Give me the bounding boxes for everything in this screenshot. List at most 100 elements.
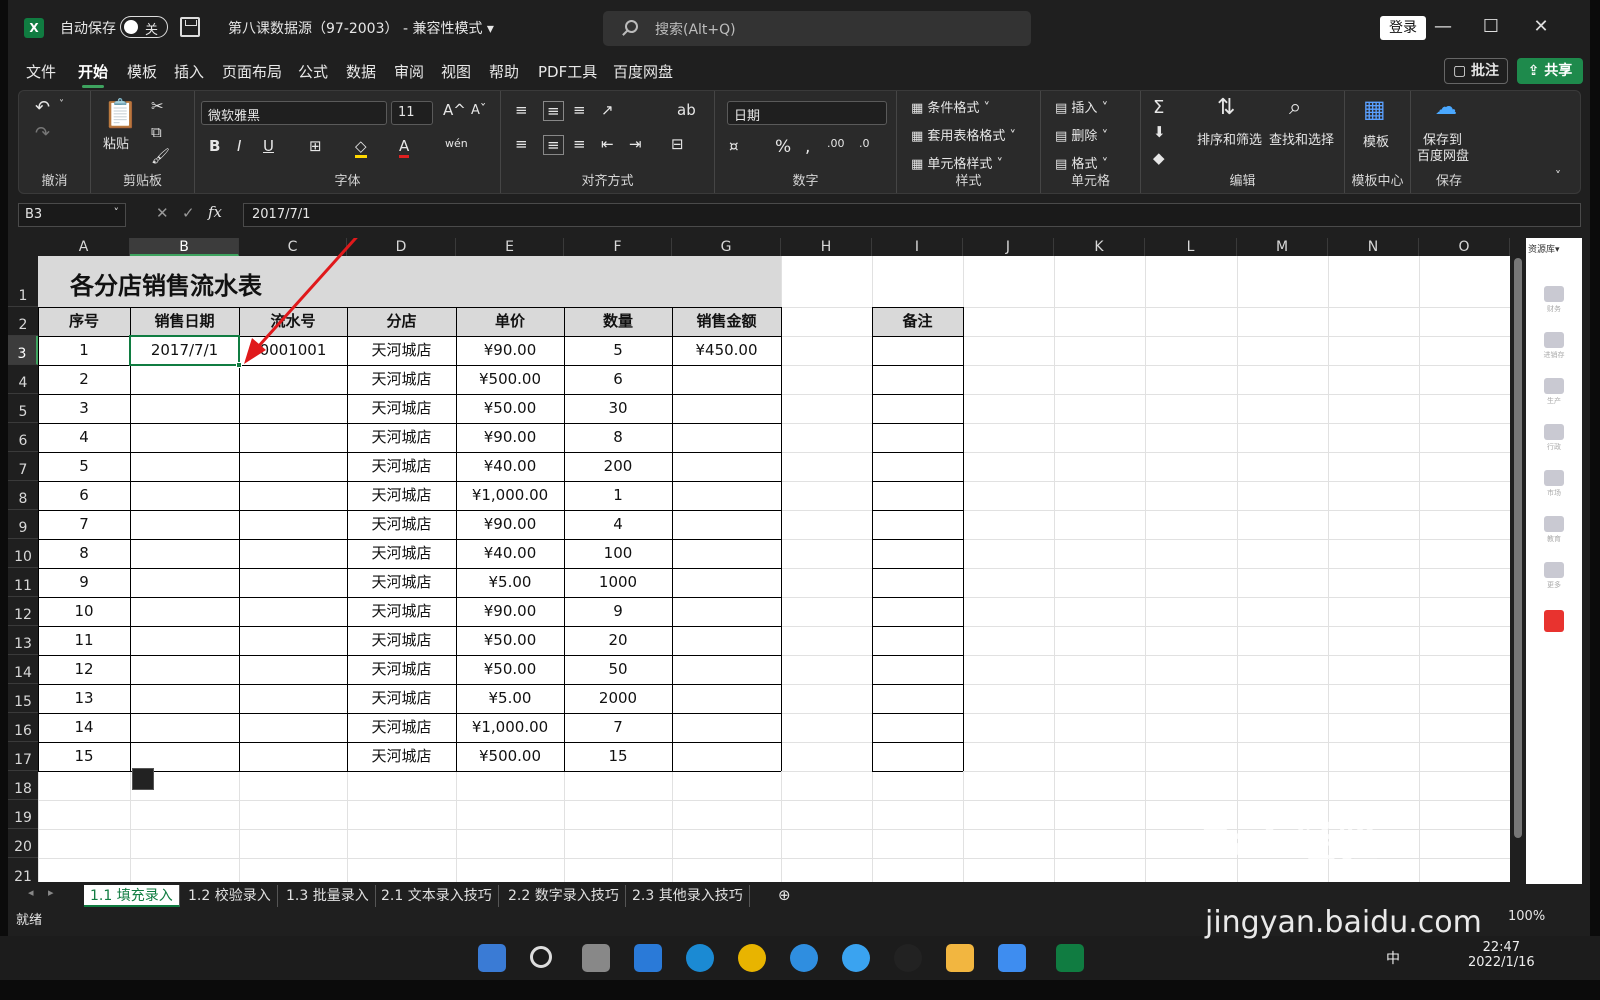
underline-icon[interactable]: U: [263, 137, 274, 155]
edge-icon[interactable]: [686, 944, 714, 972]
wrap-text-icon[interactable]: ab: [677, 101, 696, 119]
align-left-icon[interactable]: ≡: [515, 135, 528, 153]
side-panel-item-label[interactable]: 生产: [1534, 396, 1574, 406]
worksheet-grid[interactable]: ABCDEFGHIJKLMNO 1 2 3 4 5 6 7 8 9 10 11 12 13 14 15 16 1…: [8, 238, 1510, 882]
find-icon[interactable]: ⌕: [1289, 95, 1301, 120]
sheet-tab[interactable]: 2.2 数字录入技巧: [502, 885, 626, 907]
save-icon[interactable]: [180, 17, 200, 37]
function-icon[interactable]: fx: [208, 203, 222, 221]
font-size-select[interactable]: 11: [391, 101, 433, 125]
chrome-icon[interactable]: [738, 944, 766, 972]
tab-data[interactable]: 数据: [346, 61, 376, 82]
tab-template[interactable]: 模板: [127, 61, 157, 82]
maximize-icon[interactable]: ☐: [1474, 12, 1508, 42]
add-sheet-icon[interactable]: ⊕: [778, 886, 791, 904]
search-taskbar-icon[interactable]: [530, 946, 552, 968]
template-icon[interactable]: ▦: [1363, 95, 1386, 123]
red-packet-icon[interactable]: [1544, 610, 1564, 632]
qq-browser-icon[interactable]: [842, 944, 870, 972]
cut-icon[interactable]: ✂: [151, 97, 164, 115]
copy-icon[interactable]: ⧉: [151, 123, 162, 141]
enter-icon[interactable]: ✓: [182, 204, 195, 222]
redo-icon[interactable]: ↷: [35, 123, 50, 144]
currency-icon[interactable]: ¤: [729, 137, 739, 155]
search-box[interactable]: 搜索(Alt+Q): [603, 11, 1031, 46]
side-panel-item-label[interactable]: 市场: [1534, 488, 1574, 498]
sort-filter-icon[interactable]: ⇅: [1217, 95, 1235, 120]
side-panel-item-icon[interactable]: [1544, 562, 1564, 578]
scrollbar-thumb[interactable]: [1514, 258, 1522, 838]
border-icon[interactable]: ⊞: [309, 137, 322, 155]
side-panel-item-label[interactable]: 行政: [1534, 442, 1574, 452]
find-select-label[interactable]: 查找和选择: [1269, 129, 1334, 148]
decrease-indent-icon[interactable]: ⇤: [601, 135, 614, 153]
vertical-scrollbar[interactable]: [1510, 238, 1526, 882]
tab-pdf-tools[interactable]: PDF工具: [538, 61, 597, 82]
undo-icon[interactable]: ↶: [35, 97, 50, 118]
number-format-select[interactable]: 日期: [727, 101, 887, 125]
font-color-icon[interactable]: A: [399, 137, 410, 158]
increase-decimal-icon[interactable]: .00: [827, 137, 845, 150]
autosave-toggle[interactable]: 关: [120, 16, 168, 38]
decrease-decimal-icon[interactable]: .0: [859, 137, 870, 150]
clear-icon[interactable]: ◆: [1153, 149, 1165, 167]
fill-icon[interactable]: ⬇: [1153, 123, 1166, 141]
start-icon[interactable]: [478, 944, 506, 972]
side-panel-title[interactable]: 资源库▾: [1528, 242, 1560, 255]
tab-insert[interactable]: 插入: [174, 61, 204, 82]
share-button[interactable]: ⇪ 共享: [1517, 58, 1583, 84]
phonetic-icon[interactable]: wén: [445, 137, 468, 150]
tab-view[interactable]: 视图: [441, 61, 471, 82]
ribbon-collapse-icon[interactable]: ˅: [1555, 169, 1561, 183]
tab-help[interactable]: 帮助: [489, 61, 519, 82]
prev-sheet-icon[interactable]: ◂: [28, 886, 34, 899]
side-panel-item-icon[interactable]: [1544, 516, 1564, 532]
paste-icon[interactable]: 📋: [103, 97, 138, 130]
align-top-icon[interactable]: ≡: [515, 101, 528, 119]
notepad-icon[interactable]: [998, 944, 1026, 972]
sheet-tab[interactable]: 1.2 校验录入: [182, 885, 278, 907]
zoom-level[interactable]: 100%: [1508, 909, 1545, 924]
increase-indent-icon[interactable]: ⇥: [629, 135, 642, 153]
task-view-icon[interactable]: [582, 944, 610, 972]
comma-icon[interactable]: ,: [805, 137, 810, 157]
login-button[interactable]: 登录: [1380, 16, 1426, 40]
tab-baidu-disk[interactable]: 百度网盘: [613, 61, 673, 82]
side-panel-item-icon[interactable]: [1544, 424, 1564, 440]
sheet-tab[interactable]: 1.1 填充录入: [84, 885, 180, 907]
tab-file[interactable]: 文件: [26, 61, 56, 82]
align-bottom-icon[interactable]: ≡: [573, 101, 586, 119]
feishu-icon[interactable]: [790, 944, 818, 972]
side-panel-item-icon[interactable]: [1544, 470, 1564, 486]
side-panel-item-label[interactable]: 教育: [1534, 534, 1574, 544]
side-panel-item-icon[interactable]: [1544, 378, 1564, 394]
cancel-icon[interactable]: ✕: [156, 204, 169, 222]
insert-cells-button[interactable]: ▤ 插入 ˅: [1055, 97, 1108, 116]
font-name-select[interactable]: 微软雅黑: [201, 101, 387, 125]
side-panel-item-label[interactable]: 更多: [1534, 580, 1574, 590]
format-painter-icon[interactable]: 🖌: [151, 147, 170, 165]
tab-page-layout[interactable]: 页面布局: [222, 61, 282, 82]
orientation-icon[interactable]: ↗: [601, 101, 614, 119]
tab-formulas[interactable]: 公式: [298, 61, 328, 82]
file-explorer-icon[interactable]: [946, 944, 974, 972]
side-panel-item-label[interactable]: 进销存: [1534, 350, 1574, 360]
decrease-font-icon[interactable]: Aˇ: [471, 103, 486, 118]
italic-icon[interactable]: I: [237, 137, 241, 155]
side-panel-item-icon[interactable]: [1544, 286, 1564, 302]
qq-icon[interactable]: [894, 944, 922, 972]
baidu-cloud-icon[interactable]: ☁: [1435, 95, 1457, 120]
table-format-button[interactable]: ▦ 套用表格格式 ˅: [911, 125, 1016, 144]
merge-center-icon[interactable]: ⊟: [671, 135, 684, 153]
formula-input[interactable]: 2017/7/1: [243, 203, 1581, 227]
template-label[interactable]: 模板: [1363, 131, 1389, 150]
fill-color-icon[interactable]: ◇: [355, 137, 367, 158]
name-box[interactable]: B3 ˅: [18, 203, 126, 227]
close-icon[interactable]: ✕: [1524, 12, 1558, 42]
align-middle-icon[interactable]: ≡: [543, 101, 564, 121]
next-sheet-icon[interactable]: ▸: [48, 886, 54, 899]
minimize-icon[interactable]: —: [1426, 12, 1460, 42]
sheet-tab[interactable]: 1.3 批量录入: [280, 885, 376, 907]
comments-button[interactable]: ▢ 批注: [1444, 58, 1508, 84]
bold-icon[interactable]: B: [209, 137, 220, 155]
